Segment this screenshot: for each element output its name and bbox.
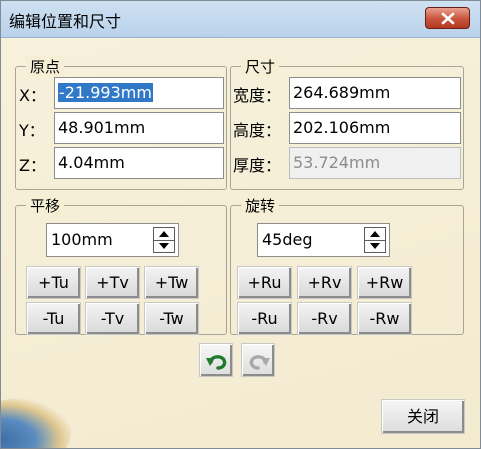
translate-step-down-button[interactable]: [154, 240, 174, 252]
x-label: X：: [19, 86, 46, 105]
height-input[interactable]: 202.106mm: [289, 112, 461, 144]
rotate-minus-rw-button[interactable]: -Rw: [357, 302, 412, 335]
undo-icon: [206, 355, 227, 370]
rotate-step-value: 45deg: [262, 230, 313, 249]
triangle-down-icon: [370, 243, 380, 249]
thickness-input: 53.724mm: [289, 147, 461, 179]
close-button[interactable]: 关闭: [381, 399, 465, 434]
translate-minus-tu-button[interactable]: -Tu: [26, 302, 81, 335]
title-bar[interactable]: 编辑位置和尺寸: [1, 1, 480, 38]
redo-icon: [249, 355, 270, 370]
rotate-plus-rv-button[interactable]: +Rv: [297, 266, 352, 299]
y-input[interactable]: 48.901mm: [54, 112, 224, 144]
decorative-logo: [1, 398, 71, 448]
rotate-step-stepper[interactable]: 45deg: [257, 223, 390, 257]
z-label: Z：: [19, 156, 46, 175]
rotate-minus-ru-button[interactable]: -Ru: [237, 302, 292, 335]
close-icon: [441, 12, 455, 25]
thickness-label: 厚度：: [233, 156, 282, 175]
translate-plus-tw-button[interactable]: +Tw: [144, 266, 199, 299]
z-input[interactable]: 4.04mm: [54, 147, 224, 179]
y-label: Y：: [19, 121, 45, 140]
height-label: 高度：: [233, 121, 282, 140]
origin-group: 原点 X： -21.993mm Y： 48.901mm Z： 4.04mm: [15, 56, 227, 190]
rotate-legend: 旋转: [241, 195, 280, 216]
window-title: 编辑位置和尺寸: [9, 12, 122, 31]
rotate-plus-rw-button[interactable]: +Rw: [357, 266, 412, 299]
dimensions-legend: 尺寸: [241, 56, 280, 77]
triangle-up-icon: [159, 231, 169, 237]
undo-button[interactable]: [199, 343, 233, 377]
rotate-step-arrows: [364, 227, 386, 253]
translate-step-stepper[interactable]: 100mm: [46, 223, 179, 257]
rotate-minus-rv-button[interactable]: -Rv: [297, 302, 352, 335]
rotate-plus-ru-button[interactable]: +Ru: [237, 266, 292, 299]
translate-step-arrows: [153, 227, 175, 253]
rotate-step-down-button[interactable]: [365, 240, 385, 252]
translate-plus-tv-button[interactable]: +Tv: [85, 266, 140, 299]
triangle-down-icon: [159, 243, 169, 249]
rotate-group: 旋转 45deg +Ru +Rv +Rw -Ru -Rv -Rw: [230, 195, 464, 335]
translate-minus-tw-button[interactable]: -Tw: [144, 302, 199, 335]
dialog-window: 编辑位置和尺寸 原点 X： -21.993mm Y： 48.901mm Z： 4…: [0, 0, 481, 449]
triangle-up-icon: [370, 231, 380, 237]
window-close-button[interactable]: [425, 7, 470, 29]
dimensions-group: 尺寸 宽度： 264.689mm 高度： 202.106mm 厚度： 53.72…: [230, 56, 464, 190]
translate-plus-tu-button[interactable]: +Tu: [26, 266, 81, 299]
redo-button: [241, 343, 275, 377]
x-input[interactable]: -21.993mm: [54, 77, 224, 109]
translate-legend: 平移: [26, 195, 65, 216]
translate-group: 平移 100mm +Tu +Tv +Tw -Tu -Tv -Tw: [15, 195, 227, 335]
translate-step-value: 100mm: [51, 230, 113, 249]
dialog-body: 原点 X： -21.993mm Y： 48.901mm Z： 4.04mm 尺寸…: [1, 38, 480, 448]
width-label: 宽度：: [233, 86, 282, 105]
origin-legend: 原点: [26, 56, 65, 77]
translate-minus-tv-button[interactable]: -Tv: [85, 302, 140, 335]
x-value: -21.993mm: [58, 83, 153, 102]
width-input[interactable]: 264.689mm: [289, 77, 461, 109]
